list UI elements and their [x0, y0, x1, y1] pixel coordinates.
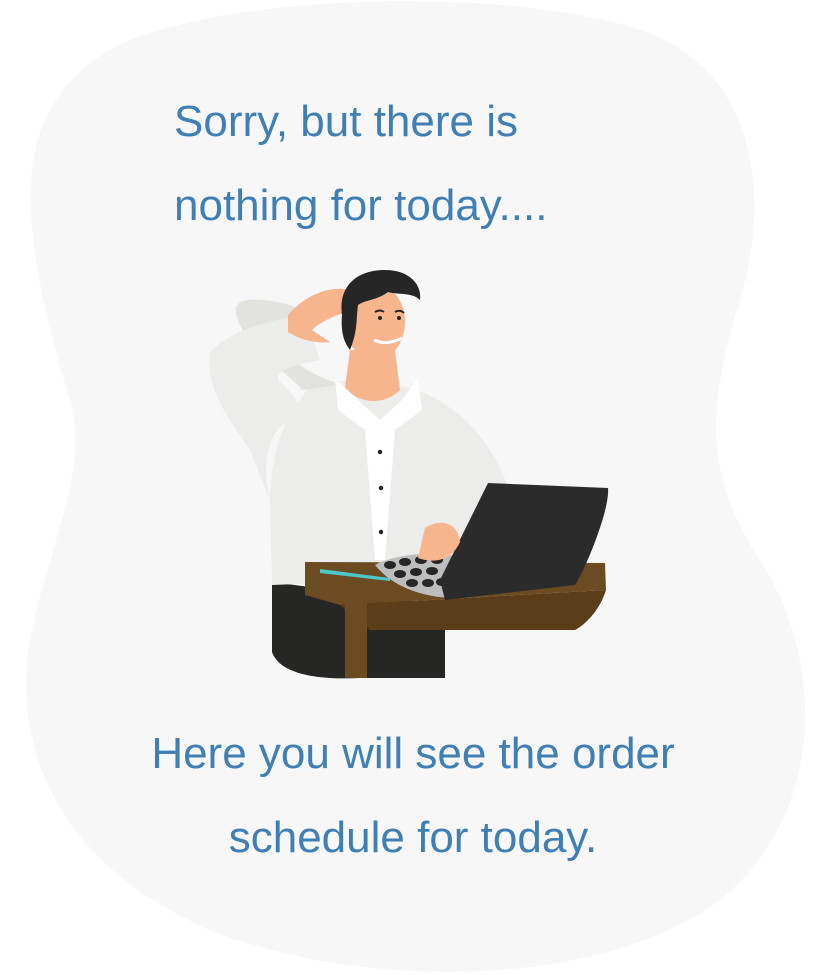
headline-line-2: nothing for today.... [174, 181, 548, 230]
message-line-1: Here you will see the order [151, 729, 675, 778]
empty-state-headline: Sorry, but there is nothing for today...… [174, 80, 694, 248]
confused-man-laptop-illustration [209, 270, 609, 679]
hand-shape [288, 288, 350, 343]
headline-line-1: Sorry, but there is [174, 97, 518, 146]
desk-leg-shape [345, 600, 367, 678]
empty-state-message: Here you will see the order schedule for… [40, 712, 786, 880]
message-line-2: schedule for today. [228, 813, 598, 862]
